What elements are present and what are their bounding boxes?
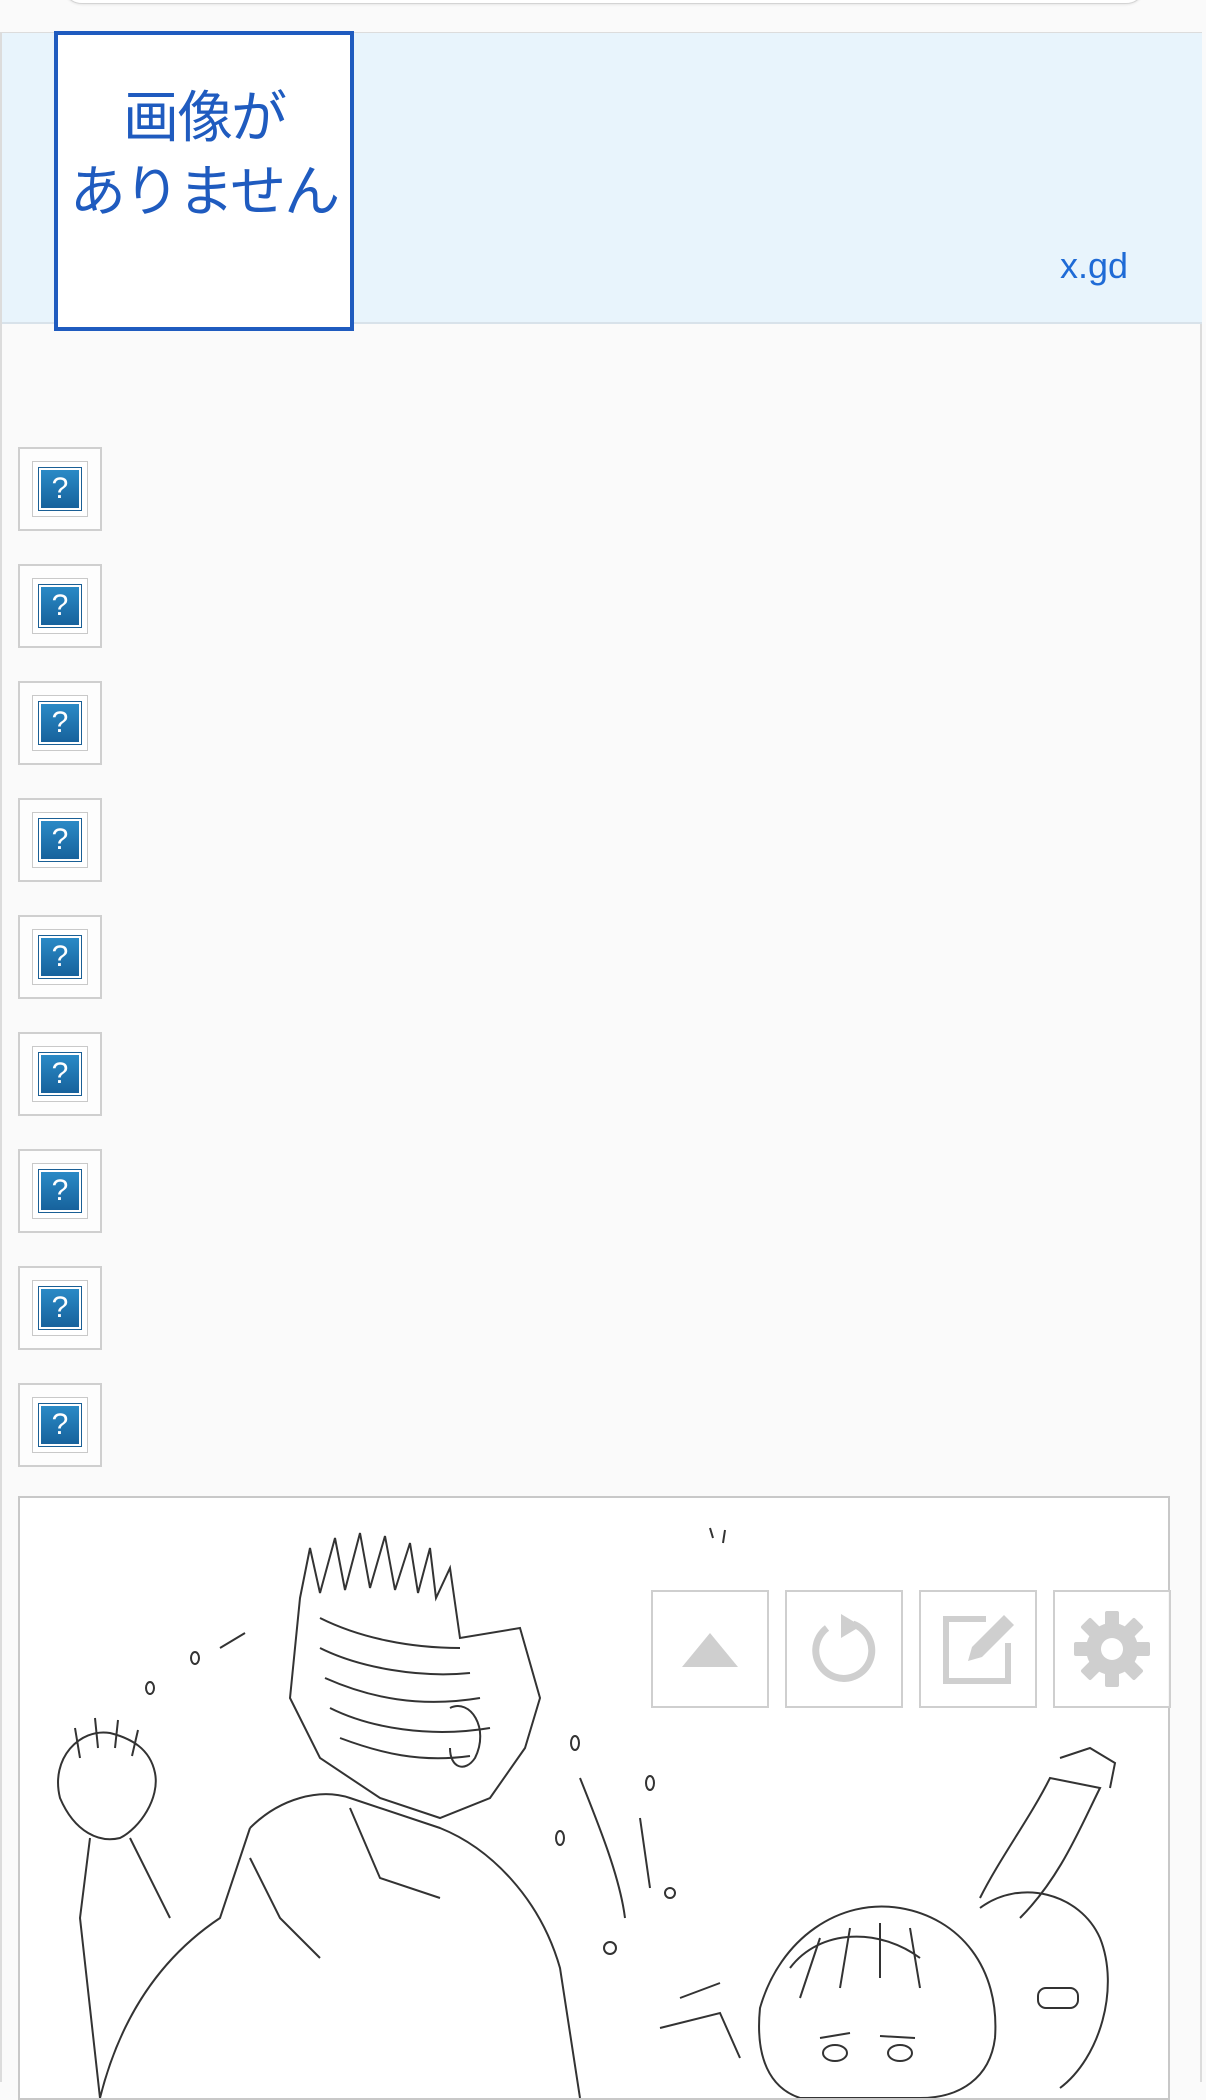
edit-button[interactable] <box>919 1590 1037 1708</box>
manga-illustration[interactable] <box>18 1496 1170 2100</box>
question-icon: ? <box>38 1403 82 1447</box>
question-icon: ? <box>38 818 82 862</box>
no-image-text-line2: ありません <box>69 160 340 225</box>
question-icon: ? <box>38 1052 82 1096</box>
sketch-art <box>57 1527 1117 2098</box>
refresh-icon <box>812 1614 876 1682</box>
question-icon: ? <box>38 1286 82 1330</box>
no-image-text-line1: 画像が <box>123 86 287 151</box>
question-icon: ? <box>38 467 82 511</box>
broken-image-list: ? ? ? ? ? ? ? ? ? <box>18 447 102 1500</box>
broken-image-item[interactable]: ? <box>18 1266 102 1350</box>
broken-image-item[interactable]: ? <box>18 915 102 999</box>
top-bar-edge <box>62 0 1146 4</box>
gear-icon <box>1074 1611 1150 1687</box>
image-toolbar <box>651 1590 1171 1708</box>
question-icon: ? <box>38 935 82 979</box>
question-icon: ? <box>38 1169 82 1213</box>
broken-image-item[interactable]: ? <box>18 1149 102 1233</box>
reload-button[interactable] <box>785 1590 903 1708</box>
broken-image-item[interactable]: ? <box>18 447 102 531</box>
broken-image-item[interactable]: ? <box>18 798 102 882</box>
broken-image-item[interactable]: ? <box>18 564 102 648</box>
ad-domain-link[interactable]: x.gd <box>1060 245 1128 287</box>
question-icon: ? <box>38 584 82 628</box>
settings-button[interactable] <box>1053 1590 1171 1708</box>
no-image-placeholder: 画像が ありません <box>54 31 354 331</box>
question-icon: ? <box>38 701 82 745</box>
broken-image-item[interactable]: ? <box>18 1383 102 1467</box>
triangle-up-icon <box>682 1633 738 1667</box>
scroll-up-button[interactable] <box>651 1590 769 1708</box>
broken-image-item[interactable]: ? <box>18 681 102 765</box>
broken-image-item[interactable]: ? <box>18 1032 102 1116</box>
edit-icon <box>943 1615 1014 1684</box>
ad-banner[interactable]: 画像が ありません x.gd <box>2 31 1202 331</box>
